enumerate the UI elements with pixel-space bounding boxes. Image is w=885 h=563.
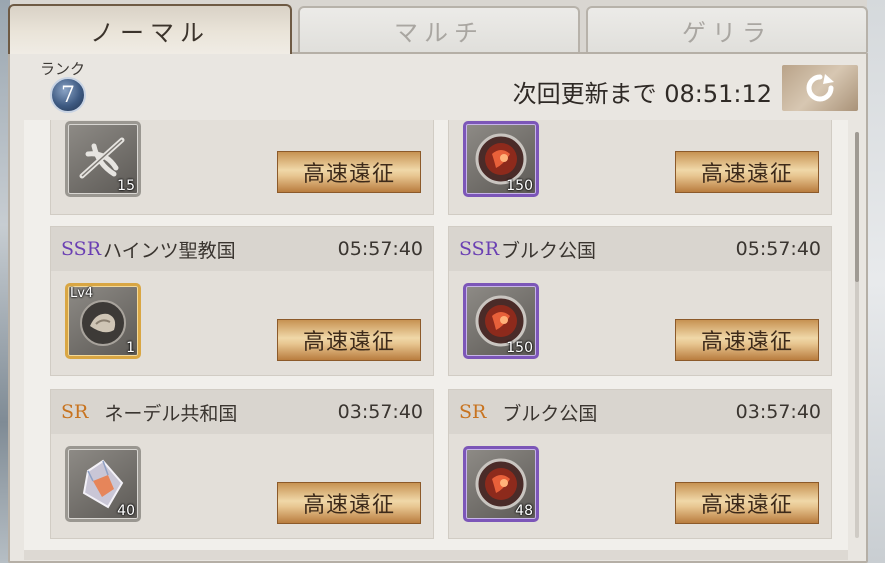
list-footer — [24, 550, 848, 560]
card-title: SR ブルク公国 — [459, 399, 597, 426]
refresh-button[interactable] — [782, 65, 858, 111]
tab-multi[interactable]: マルチ — [298, 6, 580, 52]
fast-expedition-label: 高速遠征 — [302, 493, 395, 518]
card-title: SR ネーデル共和国 — [61, 399, 237, 426]
expedition-card: SR ブルク公国 03:57:40 48 高速遠征 — [448, 389, 832, 539]
expedition-card: 150 高速遠征 — [448, 120, 832, 215]
country-name: ネーデル共和国 — [104, 402, 238, 425]
card-title: SSR ブルク公国 — [459, 236, 596, 263]
expedition-card: SSR ハインツ聖教国 05:57:40 Lv4 1 高速遠征 — [50, 226, 434, 376]
remaining-time: 05:57:40 — [735, 238, 821, 260]
expedition-card: 15 高速遠征 — [50, 120, 434, 215]
rarity-label: SR — [61, 401, 89, 423]
expedition-list[interactable]: 15 高速遠征 150 高速遠征 SSR ハインツ聖教国 05:57:40 Lv… — [24, 120, 848, 550]
rarity-label: SSR — [459, 238, 500, 260]
reward-item[interactable]: 150 — [463, 283, 539, 359]
card-title: SSR ハインツ聖教国 — [61, 236, 236, 263]
rarity-label: SR — [459, 401, 487, 423]
fast-expedition-button[interactable]: 高速遠征 — [675, 151, 819, 193]
fast-expedition-button[interactable]: 高速遠征 — [675, 482, 819, 524]
scroll-thumb[interactable] — [855, 132, 859, 282]
fast-expedition-button[interactable]: 高速遠征 — [675, 319, 819, 361]
tab-normal-label: ノーマル — [90, 18, 210, 47]
remaining-time: 05:57:40 — [337, 238, 423, 260]
tab-guerrilla-label: ゲリラ — [682, 18, 772, 47]
fast-expedition-label: 高速遠征 — [700, 330, 793, 355]
tab-normal[interactable]: ノーマル — [8, 4, 292, 54]
item-count: 150 — [506, 340, 533, 356]
item-count: 1 — [126, 340, 135, 356]
expedition-card: SSR ブルク公国 05:57:40 150 高速遠征 — [448, 226, 832, 376]
item-level-badge: Lv4 — [70, 286, 94, 301]
reward-item[interactable]: 150 — [463, 121, 539, 197]
item-count: 40 — [117, 503, 135, 519]
fast-expedition-label: 高速遠征 — [700, 493, 793, 518]
fast-expedition-label: 高速遠征 — [700, 162, 793, 187]
remaining-time: 03:57:40 — [337, 401, 423, 423]
reward-item[interactable]: 48 — [463, 446, 539, 522]
card-header: SSR ブルク公国 05:57:40 — [449, 227, 831, 271]
reward-item[interactable]: 40 — [65, 446, 141, 522]
refresh-icon — [806, 74, 834, 102]
tab-multi-label: マルチ — [394, 18, 484, 47]
item-count: 150 — [506, 178, 533, 194]
country-name: ブルク公国 — [502, 402, 598, 425]
tab-guerrilla[interactable]: ゲリラ — [586, 6, 868, 52]
country-name: ハインツ聖教国 — [103, 239, 236, 262]
remaining-time: 03:57:40 — [735, 401, 821, 423]
card-header: SSR ハインツ聖教国 05:57:40 — [51, 227, 433, 271]
item-count: 15 — [117, 178, 135, 194]
item-count: 48 — [515, 503, 533, 519]
rank-badge: 7 — [50, 77, 86, 113]
expedition-panel: ランク 7 次回更新まで 08:51:12 15 高速遠征 150 高速遠征 S… — [8, 52, 868, 563]
next-refresh-timer: 次回更新まで 08:51:12 — [512, 80, 772, 108]
fast-expedition-label: 高速遠征 — [302, 162, 395, 187]
card-header: SR ブルク公国 03:57:40 — [449, 390, 831, 434]
fast-expedition-button[interactable]: 高速遠征 — [277, 319, 421, 361]
expedition-card: SR ネーデル共和国 03:57:40 40 高速遠征 — [50, 389, 434, 539]
fast-expedition-label: 高速遠征 — [302, 330, 395, 355]
rank-value: 7 — [61, 82, 75, 108]
country-name: ブルク公国 — [501, 239, 597, 262]
card-header: SR ネーデル共和国 03:57:40 — [51, 390, 433, 434]
fast-expedition-button[interactable]: 高速遠征 — [277, 151, 421, 193]
list-scrollbar[interactable] — [855, 132, 859, 538]
reward-item[interactable]: 15 — [65, 121, 141, 197]
background-right-edge — [867, 0, 885, 563]
fast-expedition-button[interactable]: 高速遠征 — [277, 482, 421, 524]
rank-label: ランク — [40, 60, 86, 78]
rarity-label: SSR — [61, 238, 102, 260]
reward-item[interactable]: Lv4 1 — [65, 283, 141, 359]
